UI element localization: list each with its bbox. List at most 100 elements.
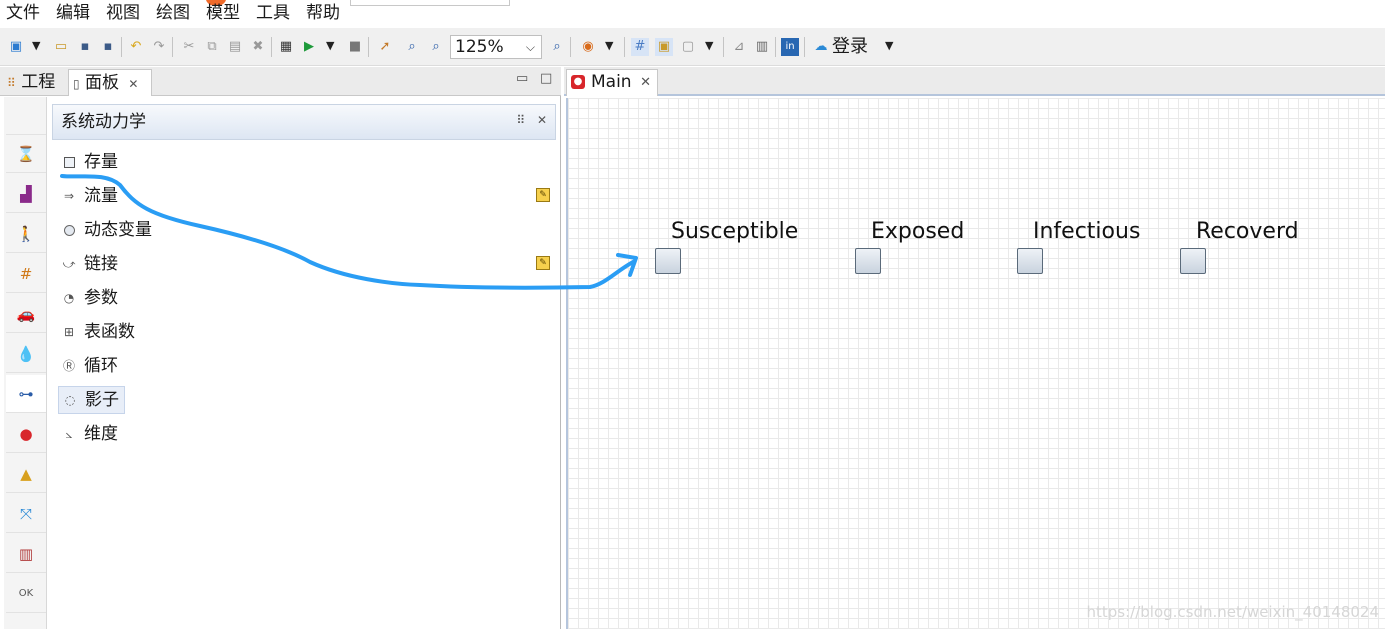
- edit-pencil-icon[interactable]: ✎: [536, 256, 550, 270]
- palette-item-loop[interactable]: Ⓡ 循环: [58, 353, 258, 381]
- layers-icon[interactable]: ▢: [679, 38, 697, 56]
- stock-recoverd[interactable]: [1180, 248, 1206, 274]
- palette-item-label: 影子: [85, 390, 119, 410]
- edit-pencil-icon[interactable]: ✎: [536, 188, 550, 202]
- minimize-icon[interactable]: ▭: [516, 71, 528, 86]
- agent-dropdown-icon[interactable]: ▼: [605, 39, 613, 52]
- stock-susceptible[interactable]: [655, 248, 681, 274]
- view-options-icon[interactable]: ⠿: [516, 113, 525, 127]
- dropdown-edge: [350, 0, 510, 6]
- palette-item-label: 维度: [84, 424, 118, 444]
- login-dropdown-icon[interactable]: ▼: [885, 39, 893, 52]
- table-function-icon: ⊞: [63, 325, 75, 339]
- linkedin-icon[interactable]: in: [781, 38, 799, 56]
- cut-icon[interactable]: ✂: [180, 38, 198, 56]
- delete-icon[interactable]: ✖: [249, 38, 267, 56]
- align-icon[interactable]: ⊿: [730, 38, 748, 56]
- tab-main-label: Main: [591, 72, 632, 92]
- palette-section-header[interactable]: 系统动力学 ⠿ ✕: [52, 104, 556, 140]
- toolbar-separator: [271, 37, 272, 57]
- run-dropdown-icon[interactable]: ▼: [326, 39, 334, 52]
- grid-toggle-icon[interactable]: #: [631, 38, 649, 56]
- menu-view[interactable]: 视图: [106, 2, 140, 24]
- menu-tools[interactable]: 工具: [256, 2, 290, 24]
- new-dropdown-icon[interactable]: ▼: [32, 39, 40, 52]
- category-fluid-icon[interactable]: 💧: [6, 335, 46, 373]
- stock-exposed[interactable]: [855, 248, 881, 274]
- tab-main[interactable]: ● Main ✕: [566, 69, 658, 96]
- toolbar-separator: [121, 37, 122, 57]
- palette-item-shadow[interactable]: ◌ 影子: [58, 386, 125, 414]
- tab-palette[interactable]: ▯ 面板 ✕: [68, 69, 152, 96]
- save-all-icon[interactable]: ▪: [99, 38, 117, 56]
- menu-model[interactable]: 模型: [206, 2, 240, 24]
- category-car-icon[interactable]: 🚗: [6, 295, 46, 333]
- toolbar-separator: [172, 37, 173, 57]
- menu-help[interactable]: 帮助: [306, 2, 340, 24]
- redo-icon[interactable]: ↷: [150, 38, 168, 56]
- palette-item-parameter[interactable]: ◔ 参数: [58, 285, 258, 313]
- palette-item-dimension[interactable]: ⦣ 维度: [58, 421, 258, 449]
- stop-icon[interactable]: ■: [346, 38, 364, 56]
- maximize-icon[interactable]: □: [540, 71, 552, 86]
- chevron-down-icon: ⌵: [525, 40, 535, 54]
- toolbar-separator: [624, 37, 625, 57]
- copy-icon[interactable]: ⧉: [203, 38, 221, 56]
- palette-item-label: 参数: [84, 288, 118, 308]
- build-icon[interactable]: ▦: [277, 38, 295, 56]
- zoom-select[interactable]: 125% ⌵: [450, 35, 542, 59]
- category-shapes-icon[interactable]: ▲: [6, 455, 46, 493]
- layers-dropdown-icon[interactable]: ▼: [705, 39, 713, 52]
- category-rail-icon[interactable]: #: [6, 255, 46, 293]
- tab-project[interactable]: ⠿ 工程: [5, 69, 55, 96]
- zoom-fit-icon[interactable]: ⌕: [403, 38, 421, 56]
- model-canvas[interactable]: Susceptible Exposed Infectious Recoverd …: [566, 98, 1385, 629]
- save-icon[interactable]: ▪: [76, 38, 94, 56]
- palette-item-dynamic-variable[interactable]: 动态变量: [58, 217, 258, 245]
- category-analysis-icon[interactable]: ▥: [6, 535, 46, 573]
- agent-icon[interactable]: ◉: [579, 38, 597, 56]
- category-statechart-icon[interactable]: ⤧: [6, 495, 46, 533]
- snap-icon[interactable]: ▣: [655, 38, 673, 56]
- close-icon[interactable]: ✕: [537, 113, 547, 127]
- category-presentation-icon[interactable]: ▤: [6, 615, 46, 629]
- stock-infectious[interactable]: [1017, 248, 1043, 274]
- arrange-icon[interactable]: ▥: [753, 38, 771, 56]
- menu-bar: 文件 编辑 视图 绘图 模型 工具 帮助: [0, 0, 1385, 28]
- tab-project-label: 工程: [21, 72, 56, 92]
- run-icon[interactable]: ▶: [300, 38, 318, 56]
- paste-icon[interactable]: ▤: [226, 38, 244, 56]
- zoom-icon[interactable]: ⌕: [548, 38, 566, 56]
- menu-file[interactable]: 文件: [6, 2, 40, 24]
- parameter-icon: ◔: [63, 291, 75, 305]
- menu-edit[interactable]: 编辑: [56, 2, 90, 24]
- stock-label-susceptible: Susceptible: [671, 219, 799, 244]
- category-controls-icon[interactable]: OK: [6, 575, 46, 613]
- rocket-icon[interactable]: ➚: [376, 38, 394, 56]
- category-factory-icon[interactable]: ▟: [6, 175, 46, 213]
- zoom-reset-icon[interactable]: ⌕: [427, 38, 445, 56]
- open-icon[interactable]: ▭: [52, 38, 70, 56]
- watermark: https://blog.csdn.net/weixin_40148024: [1086, 603, 1379, 621]
- undo-icon[interactable]: ↶: [127, 38, 145, 56]
- palette-item-stock[interactable]: 存量: [58, 149, 258, 177]
- category-blank[interactable]: [6, 97, 46, 135]
- category-system-dynamics-icon[interactable]: ⊶: [6, 375, 46, 413]
- palette-item-link[interactable]: ⤻ 链接: [58, 251, 258, 279]
- toolbar: ▣ ▼ ▭ ▪ ▪ ↶ ↷ ✂ ⧉ ▤ ✖ ▦ ▶ ▼ ■ ➚ ⌕ ⌕ 125%…: [0, 28, 1385, 66]
- new-model-icon[interactable]: ▣: [7, 38, 25, 56]
- category-pedestrian-icon[interactable]: 🚶: [6, 215, 46, 253]
- palette-item-table-function[interactable]: ⊞ 表函数: [58, 319, 258, 347]
- palette-item-label: 表函数: [84, 322, 135, 342]
- category-agent-icon[interactable]: ●: [6, 415, 46, 453]
- close-icon[interactable]: ✕: [128, 77, 138, 91]
- palette-item-flow[interactable]: ⇒ 流量: [58, 183, 258, 211]
- category-clock-icon[interactable]: ⌛: [6, 135, 46, 173]
- stock-label-exposed: Exposed: [871, 219, 965, 244]
- login-button[interactable]: 登录: [832, 36, 868, 58]
- close-icon[interactable]: ✕: [640, 70, 651, 95]
- toolbar-separator: [368, 37, 369, 57]
- menu-draw[interactable]: 绘图: [156, 2, 190, 24]
- cloud-icon[interactable]: ☁: [812, 38, 830, 56]
- stock-icon: [64, 157, 75, 168]
